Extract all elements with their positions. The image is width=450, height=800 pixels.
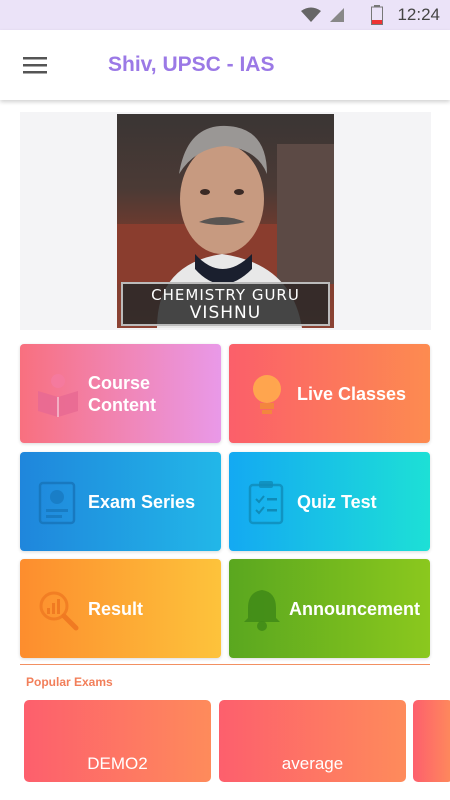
wifi-icon: [301, 7, 322, 22]
banner: CHEMISTRY GURU VISHNU: [20, 112, 431, 330]
status-bar: 12:24: [0, 0, 450, 30]
app-title: Shiv, UPSC - IAS: [108, 53, 275, 76]
popular-exam-card[interactable]: DEMO2: [24, 700, 211, 782]
exam-series-tile[interactable]: Exam Series: [20, 452, 221, 551]
result-label: Result: [88, 598, 144, 619]
clipboard-checklist-icon: [239, 474, 295, 530]
reading-book-icon: [30, 366, 86, 422]
quiz-test-label: Quiz Test: [297, 491, 377, 512]
course-content-label: Course Content: [88, 372, 156, 415]
chart-magnifier-icon: [30, 581, 86, 637]
exam-card-label: DEMO2: [87, 754, 148, 773]
instructor-photo: CHEMISTRY GURU VISHNU: [117, 114, 334, 328]
menu-button[interactable]: [0, 30, 70, 100]
live-classes-tile[interactable]: Live Classes: [229, 344, 430, 443]
course-content-tile[interactable]: Course Content: [20, 344, 221, 443]
bell-icon: [237, 581, 287, 637]
section-divider: [20, 664, 430, 665]
app-bar: Shiv, UPSC - IAS: [0, 30, 450, 100]
quiz-test-tile[interactable]: Quiz Test: [229, 452, 430, 551]
popular-exam-card[interactable]: [413, 700, 450, 782]
exam-series-label: Exam Series: [88, 491, 196, 512]
battery-icon: [371, 5, 384, 25]
popular-exams-title: Popular Exams: [26, 675, 113, 689]
result-tile[interactable]: Result: [20, 559, 221, 658]
popular-exam-card[interactable]: average: [219, 700, 406, 782]
signal-icon: [330, 8, 345, 22]
status-time: 12:24: [397, 5, 440, 24]
exam-card-label: average: [281, 754, 344, 773]
caption-line-1: CHEMISTRY GURU: [151, 286, 300, 304]
exam-document-icon: [30, 474, 86, 530]
banner-caption: CHEMISTRY GURU VISHNU: [121, 282, 330, 326]
live-classes-label: Live Classes: [297, 383, 407, 404]
caption-line-2: VISHNU: [189, 303, 262, 323]
announcement-label: Announcement: [289, 598, 421, 619]
hamburger-menu-icon: [23, 57, 47, 74]
light-bulb-icon: [239, 366, 295, 422]
announcement-tile[interactable]: Announcement: [229, 559, 430, 658]
